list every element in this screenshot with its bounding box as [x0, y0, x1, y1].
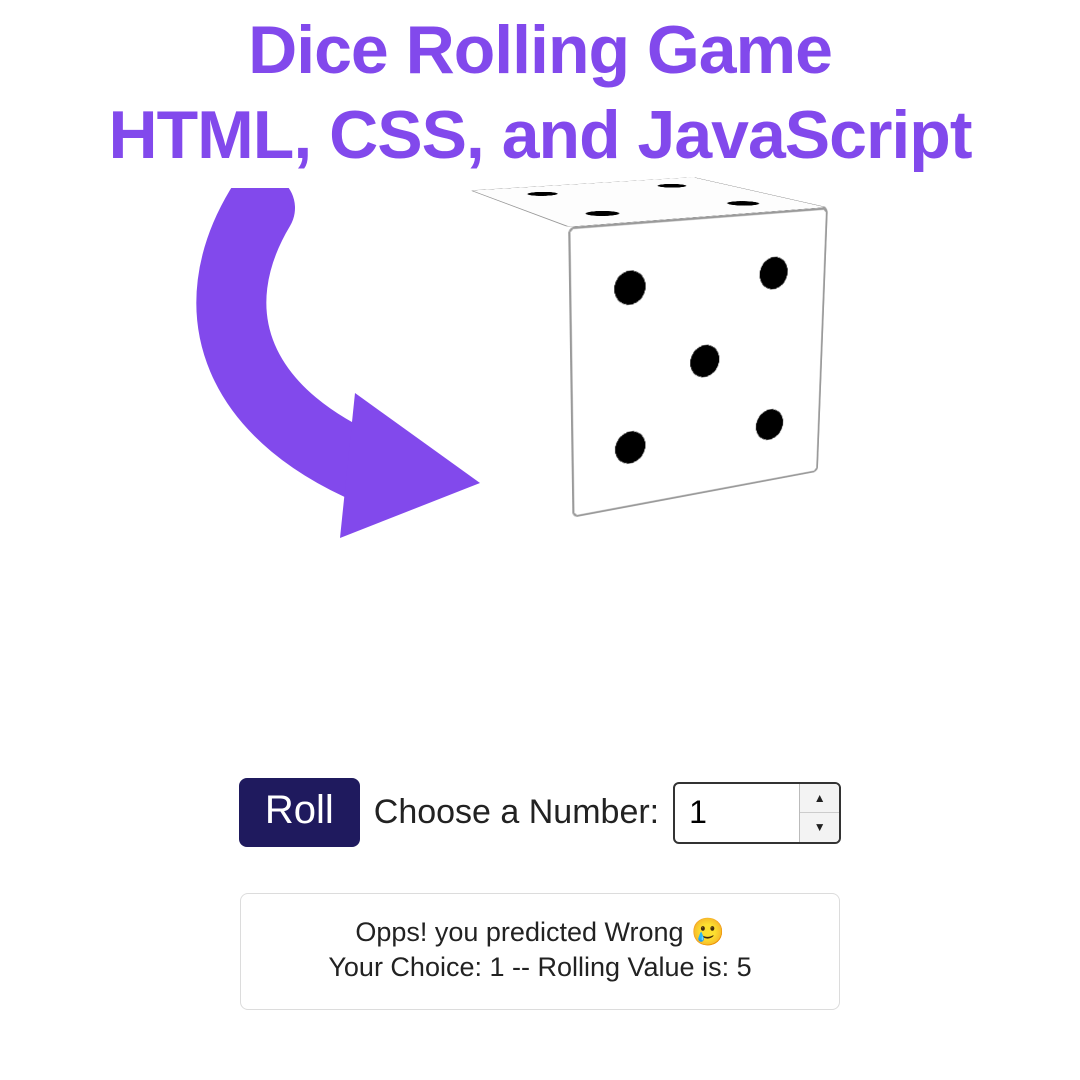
number-input-wrapper: ▲ ▼ [673, 782, 841, 844]
title-line-1: Dice Rolling Game [0, 8, 1080, 93]
choose-number-label: Choose a Number: [374, 793, 659, 832]
number-input[interactable] [675, 784, 799, 842]
roll-button[interactable]: Roll [239, 778, 360, 847]
hero-area [0, 178, 1080, 658]
dice-face-front [568, 207, 828, 518]
number-spinner: ▲ ▼ [799, 784, 839, 842]
result-detail: Your Choice: 1 -- Rolling Value is: 5 [271, 952, 809, 983]
page-title: Dice Rolling Game HTML, CSS, and JavaScr… [0, 0, 1080, 178]
spinner-up-button[interactable]: ▲ [800, 784, 839, 814]
spinner-down-button[interactable]: ▼ [800, 813, 839, 842]
title-line-2: HTML, CSS, and JavaScript [0, 93, 1080, 178]
result-message: Opps! you predicted Wrong 🥲 [271, 916, 809, 948]
result-panel: Opps! you predicted Wrong 🥲 Your Choice:… [240, 893, 840, 1010]
controls-row: Roll Choose a Number: ▲ ▼ [0, 778, 1080, 847]
dice-image [510, 198, 770, 458]
arrow-icon [170, 188, 510, 548]
